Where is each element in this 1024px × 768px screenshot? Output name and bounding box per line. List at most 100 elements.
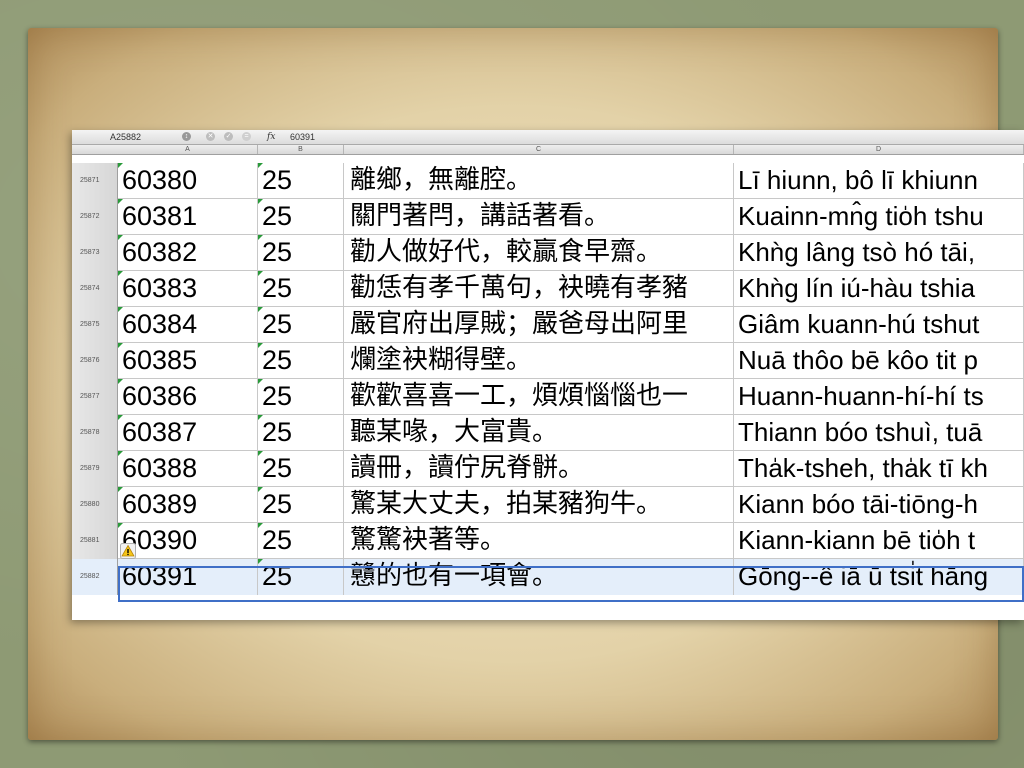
cell-a[interactable]: 60389: [118, 487, 258, 523]
table-row: 25878 60387 25 聽某喙，大富貴。 Thiann bóo tshuì…: [72, 415, 1024, 451]
note-marker-icon: [258, 451, 263, 456]
cell-c[interactable]: 關門著閂，講話著看。: [344, 199, 734, 235]
column-header-a[interactable]: A: [118, 145, 258, 154]
cell-d[interactable]: Kiann-kiann bē tio̍h t: [734, 523, 1024, 559]
row-header[interactable]: 25871: [72, 163, 118, 199]
cell-c[interactable]: 聽某喙，大富貴。: [344, 415, 734, 451]
cell-b[interactable]: 25: [258, 271, 344, 307]
cell-b[interactable]: 25: [258, 379, 344, 415]
cell-b[interactable]: 25: [258, 307, 344, 343]
cell-a[interactable]: 60387: [118, 415, 258, 451]
fx-icon[interactable]: fx: [267, 130, 275, 144]
cell-a[interactable]: 60386: [118, 379, 258, 415]
note-marker-icon: [118, 235, 123, 240]
note-marker-icon: [118, 163, 123, 168]
error-warning-icon[interactable]: [120, 543, 136, 559]
row-header[interactable]: 25881: [72, 523, 118, 559]
row-header[interactable]: 25873: [72, 235, 118, 271]
cancel-icon[interactable]: ✕: [206, 132, 215, 141]
row-header[interactable]: 25882: [72, 559, 118, 595]
cell-a-active[interactable]: 60391: [118, 559, 258, 595]
note-marker-icon: [118, 307, 123, 312]
row-header[interactable]: 25879: [72, 451, 118, 487]
column-headers: A B C D: [72, 145, 1024, 155]
row-header[interactable]: 25878: [72, 415, 118, 451]
note-marker-icon: [258, 163, 263, 168]
note-marker-icon: [258, 271, 263, 276]
row-header[interactable]: 25876: [72, 343, 118, 379]
note-marker-icon: [118, 451, 123, 456]
cell-d[interactable]: Thiann bóo tshuì, tuā: [734, 415, 1024, 451]
row-header[interactable]: 25872: [72, 199, 118, 235]
cell-c[interactable]: 戇的也有一項會。: [344, 559, 734, 595]
note-marker-icon: [258, 235, 263, 240]
name-box-stepper-icon[interactable]: ↕: [182, 132, 191, 141]
cell-c[interactable]: 勸恁有孝千萬句，袂曉有孝豬: [344, 271, 734, 307]
column-header-d[interactable]: D: [734, 145, 1024, 154]
cell-b[interactable]: 25: [258, 523, 344, 559]
cell-a[interactable]: 60383: [118, 271, 258, 307]
cell-a[interactable]: 60388: [118, 451, 258, 487]
formula-bar: A25882 ↕ ✕ ✓ = fx 60391: [72, 130, 1024, 145]
cell-b[interactable]: 25: [258, 343, 344, 379]
name-box[interactable]: A25882: [82, 130, 178, 144]
cell-c[interactable]: 驚某大丈夫，拍某豬狗牛。: [344, 487, 734, 523]
table-row: 25874 60383 25 勸恁有孝千萬句，袂曉有孝豬 Khǹg lín iú…: [72, 271, 1024, 307]
cell-a[interactable]: 60390: [118, 523, 258, 559]
row-header[interactable]: 25880: [72, 487, 118, 523]
table-row: 25876 60385 25 爛塗袂糊得壁。 Nuā thôo bē kôo t…: [72, 343, 1024, 379]
cell-d[interactable]: Nuā thôo bē kôo tit p: [734, 343, 1024, 379]
row-header[interactable]: 25877: [72, 379, 118, 415]
note-marker-icon: [258, 343, 263, 348]
table-row: 25872 60381 25 關門著閂，講話著看。 Kuainn-mn̂g ti…: [72, 199, 1024, 235]
cell-b[interactable]: 25: [258, 235, 344, 271]
cell-c[interactable]: 讀冊，讀佇尻脊骿。: [344, 451, 734, 487]
cell-d[interactable]: Gōng--ê iā ū tsi̍t hāng: [734, 559, 1024, 595]
cell-c[interactable]: 驚驚袂著等。: [344, 523, 734, 559]
note-marker-icon: [258, 307, 263, 312]
cell-d[interactable]: Khǹg lâng tsò hó tāi,: [734, 235, 1024, 271]
cell-b[interactable]: 25: [258, 559, 344, 595]
cell-d[interactable]: Kuainn-mn̂g tio̍h tshu: [734, 199, 1024, 235]
cell-d[interactable]: Tha̍k-tsheh, tha̍k tī kh: [734, 451, 1024, 487]
cell-b[interactable]: 25: [258, 451, 344, 487]
table-row: 25877 60386 25 歡歡喜喜一工，煩煩惱惱也一 Huann-huann…: [72, 379, 1024, 415]
note-marker-icon: [258, 415, 263, 420]
note-marker-icon: [258, 199, 263, 204]
table-row: 25881 60390 25 驚驚袂著等。 Kiann-kiann bē tio…: [72, 523, 1024, 559]
cell-d[interactable]: Huann-huann-hí-hí ts: [734, 379, 1024, 415]
cell-b[interactable]: 25: [258, 487, 344, 523]
cell-c[interactable]: 勸人做好代，較贏食早齋。: [344, 235, 734, 271]
cell-a[interactable]: 60384: [118, 307, 258, 343]
cell-b[interactable]: 25: [258, 199, 344, 235]
cell-a[interactable]: 60385: [118, 343, 258, 379]
row-header[interactable]: 25874: [72, 271, 118, 307]
cell-d[interactable]: Khǹg lín iú-hàu tshia: [734, 271, 1024, 307]
cell-c[interactable]: 離鄉，無離腔。: [344, 163, 734, 199]
cell-d[interactable]: Giâm kuann-hú tshut: [734, 307, 1024, 343]
note-marker-icon: [118, 487, 123, 492]
cell-a[interactable]: 60382: [118, 235, 258, 271]
table-row: 25871 60380 25 離鄉，無離腔。 Lī hiunn, bô lī k…: [72, 163, 1024, 199]
cell-d[interactable]: Kiann bóo tāi-tiōng-h: [734, 487, 1024, 523]
cell-c[interactable]: 嚴官府出厚賊；嚴爸母出阿里: [344, 307, 734, 343]
spreadsheet-window: A25882 ↕ ✕ ✓ = fx 60391 A B C D 25871 60…: [72, 130, 1024, 620]
note-marker-icon: [118, 343, 123, 348]
cell-b[interactable]: 25: [258, 163, 344, 199]
formula-value[interactable]: 60391: [290, 130, 315, 144]
column-header-b[interactable]: B: [258, 145, 344, 154]
cell-c[interactable]: 爛塗袂糊得壁。: [344, 343, 734, 379]
cell-a[interactable]: 60381: [118, 199, 258, 235]
note-marker-icon: [118, 523, 123, 528]
row-header[interactable]: 25875: [72, 307, 118, 343]
cell-a[interactable]: 60380: [118, 163, 258, 199]
cell-b[interactable]: 25: [258, 415, 344, 451]
table-row: 25879 60388 25 讀冊，讀佇尻脊骿。 Tha̍k-tsheh, th…: [72, 451, 1024, 487]
confirm-icon[interactable]: ✓: [224, 132, 233, 141]
formula-builder-icon[interactable]: =: [242, 132, 251, 141]
column-header-c[interactable]: C: [344, 145, 734, 154]
note-marker-icon: [118, 271, 123, 276]
cell-d[interactable]: Lī hiunn, bô lī khiunn: [734, 163, 1024, 199]
cell-c[interactable]: 歡歡喜喜一工，煩煩惱惱也一: [344, 379, 734, 415]
note-marker-icon: [258, 379, 263, 384]
